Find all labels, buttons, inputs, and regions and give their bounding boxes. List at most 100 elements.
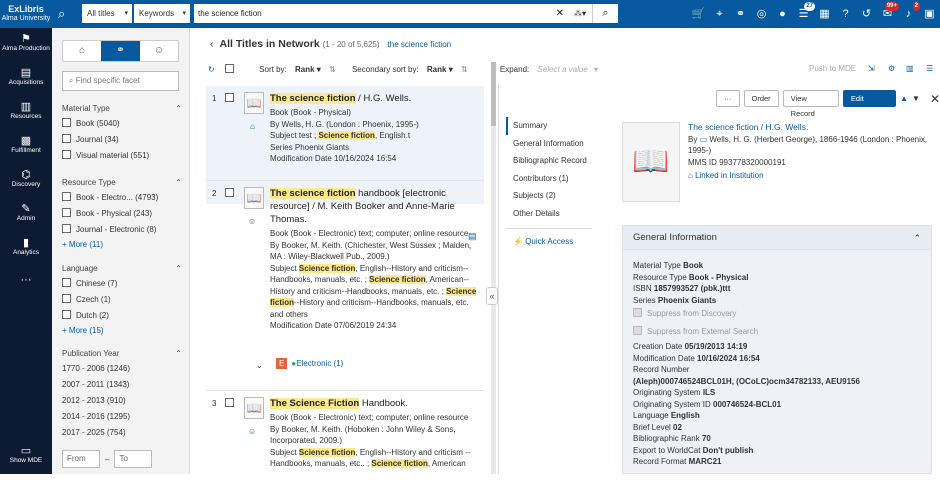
more-link[interactable]: + More (15) xyxy=(62,324,182,338)
detail-title[interactable]: The science fiction / H.G. Wells. xyxy=(688,122,928,134)
push-to-mde-button[interactable]: Push to MDE xyxy=(809,64,856,73)
facet-header[interactable]: Language ⌃ xyxy=(62,262,182,276)
detail-nav-other-details[interactable]: Other Details xyxy=(506,205,592,223)
settings-icon[interactable]: ⚙ xyxy=(888,64,895,73)
query-link[interactable]: the science fiction xyxy=(388,40,452,49)
nav-show-mde[interactable]: ▭ Show MDE xyxy=(0,440,52,474)
list-view-icon[interactable]: ☰ xyxy=(926,64,933,73)
nav-admin[interactable]: ✎ Admin xyxy=(0,198,52,232)
checkbox[interactable] xyxy=(62,192,71,201)
checkbox[interactable] xyxy=(62,278,71,287)
back-icon[interactable]: ‹ xyxy=(210,38,214,50)
facet-item[interactable]: Book - Physical (243) xyxy=(62,206,182,222)
results-scrollbar-thumb[interactable] xyxy=(491,62,496,126)
nav-fulfillment[interactable]: ▩ Fulfillment xyxy=(0,130,52,164)
people-view-button[interactable]: ☺ xyxy=(140,41,178,61)
expand-icon[interactable]: ⌄ xyxy=(256,361,263,370)
facet-item[interactable]: Book (5040) xyxy=(62,116,182,132)
record-title[interactable]: The Science Fiction Handbook. xyxy=(270,397,480,410)
nav-alma-production[interactable]: ⚑ Alma Production xyxy=(0,28,52,62)
detail-nav-general-info[interactable]: General Information xyxy=(506,135,592,153)
year-from-input[interactable]: From xyxy=(62,450,100,468)
facet-search-input[interactable]: ⌕ Find specific facet xyxy=(62,71,179,91)
grid-icon[interactable]: ▦ xyxy=(814,0,835,28)
facet-header[interactable]: Resource Type ⌃ xyxy=(62,176,182,190)
detail-nav-subjects[interactable]: Subjects (2) xyxy=(506,187,592,205)
prev-icon[interactable]: ▲ xyxy=(900,94,908,103)
search-field-select[interactable]: Keywords ▾ xyxy=(134,4,190,23)
sort-direction-icon[interactable]: ⇅ xyxy=(329,65,336,74)
checkbox[interactable] xyxy=(62,310,71,319)
checkbox[interactable] xyxy=(62,208,71,217)
user-icon[interactable]: ● xyxy=(772,0,793,28)
record-title[interactable]: The science fiction / H.G. Wells. xyxy=(270,92,480,105)
search-input[interactable]: the science fiction ✕ ⁂▾ ⌕ xyxy=(194,4,618,23)
view-record-button[interactable]: View Record xyxy=(782,90,839,118)
select-all-checkbox[interactable] xyxy=(224,64,234,73)
facet-item[interactable]: 2014 - 2016 (1295) xyxy=(62,409,182,425)
facet-item[interactable]: 2012 - 2013 (910) xyxy=(62,393,182,409)
suppress-external-checkbox[interactable]: Suppress from External Search xyxy=(633,325,931,338)
history-icon[interactable]: ↺ xyxy=(856,0,877,28)
suppress-discovery-checkbox[interactable]: Suppress from Discovery xyxy=(633,308,931,320)
nav-acquisitions[interactable]: ▤ Acquisitions xyxy=(0,62,52,96)
detail-nav-bib-record[interactable]: Bibliographic Record xyxy=(506,152,592,170)
checkbox[interactable] xyxy=(62,134,71,143)
collapse-pane-button[interactable]: « xyxy=(486,287,498,305)
checkbox[interactable] xyxy=(62,150,71,159)
edit-record-button[interactable]: Edit Record xyxy=(842,90,897,118)
facet-header[interactable]: Material Type ⌃ xyxy=(62,102,182,116)
result-record[interactable]: 2 📖 ☺ The science fiction handbook [elec… xyxy=(206,180,484,386)
tasks-icon[interactable]: ☰ 27 xyxy=(793,0,815,28)
next-icon[interactable]: ▼ xyxy=(912,94,920,103)
record-checkbox[interactable] xyxy=(225,398,234,407)
cart-icon[interactable]: 🛒 xyxy=(688,0,709,28)
facet-item[interactable]: Chinese (7) xyxy=(62,276,182,292)
general-info-header[interactable]: General Information ⌃ xyxy=(623,226,931,250)
nav-discovery[interactable]: ⌬ Discovery xyxy=(0,164,52,198)
facet-item[interactable]: Dutch (2) xyxy=(62,308,182,324)
clear-icon[interactable]: ✕ xyxy=(556,4,564,23)
search-scope-select[interactable]: All titles ▾ xyxy=(82,4,132,23)
facet-item[interactable]: Book - Electro... (4793) xyxy=(62,190,182,206)
secondary-sort-select[interactable]: Rank ▾ xyxy=(427,65,453,74)
sort-select[interactable]: Rank ▾ xyxy=(295,65,321,74)
more-link[interactable]: + More (11) xyxy=(62,238,182,252)
nav-more[interactable]: ··· xyxy=(0,266,52,300)
facet-item[interactable]: Journal - Electronic (8) xyxy=(62,222,182,238)
facet-item[interactable]: 2007 - 2011 (1343) xyxy=(62,377,182,393)
expand-select[interactable]: Select a value xyxy=(537,65,587,74)
institution-view-button[interactable]: ⌂ xyxy=(63,41,101,61)
electronic-availability[interactable]: E ●Electronic (1) xyxy=(276,358,343,369)
more-actions-button[interactable]: ··· xyxy=(716,90,740,107)
facet-item[interactable]: Journal (34) xyxy=(62,132,182,148)
nav-resources[interactable]: ▥ Resources xyxy=(0,96,52,130)
help-icon[interactable]: ? xyxy=(835,0,856,28)
facet-item[interactable]: 1770 - 2006 (1246) xyxy=(62,361,182,377)
secondary-sort-direction-icon[interactable]: ⇅ xyxy=(461,65,468,74)
facet-item[interactable]: Czech (1) xyxy=(62,292,182,308)
detail-nav-summary[interactable]: Summary xyxy=(506,117,592,135)
bell-icon[interactable]: ♪ 2 xyxy=(898,0,920,28)
close-icon[interactable]: ✕ xyxy=(930,92,940,106)
checkbox[interactable] xyxy=(62,118,71,127)
year-to-input[interactable]: To xyxy=(114,450,153,468)
split-view-icon[interactable]: ▥ xyxy=(906,64,914,73)
checkbox[interactable] xyxy=(62,224,71,233)
quick-access-link[interactable]: ⚡ Quick Access xyxy=(506,228,592,246)
refresh-icon[interactable]: ↻ xyxy=(208,65,215,74)
record-checkbox[interactable] xyxy=(225,188,234,197)
hierarchy-icon[interactable]: ⁂▾ xyxy=(574,4,586,23)
facet-header[interactable]: Publication Year ⌃ xyxy=(62,347,182,361)
export-icon[interactable]: ⇲ xyxy=(868,64,875,73)
result-record[interactable]: 3 📖 ☺ The Science Fiction Handbook. Book… xyxy=(206,390,484,502)
alma-logo[interactable]: ExLibris Alma University xyxy=(0,0,52,28)
facet-item[interactable]: Visual material (551) xyxy=(62,148,182,164)
checkbox[interactable] xyxy=(62,294,71,303)
detail-nav-contributors[interactable]: Contributors (1) xyxy=(506,170,592,188)
widgets-icon[interactable]: ▣ xyxy=(919,0,940,28)
location-icon[interactable]: ⌖ xyxy=(709,0,730,28)
network-view-button[interactable]: ⚭ xyxy=(101,41,140,61)
record-checkbox[interactable] xyxy=(225,93,234,102)
ai-icon[interactable]: ◎ xyxy=(751,0,772,28)
